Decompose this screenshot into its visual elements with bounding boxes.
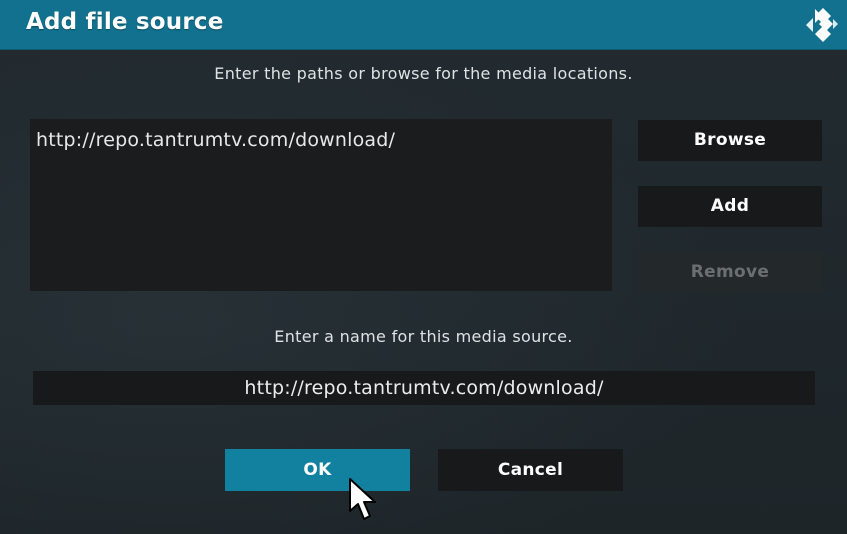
ok-button[interactable]: OK <box>225 449 410 491</box>
name-instruction: Enter a name for this media source. <box>274 327 573 346</box>
source-name-field[interactable]: http://repo.tantrumtv.com/download/ <box>33 371 815 405</box>
paths-instruction: Enter the paths or browse for the media … <box>214 64 633 83</box>
mouse-pointer-icon <box>349 478 376 520</box>
add-button[interactable]: Add <box>638 186 822 227</box>
paths-list[interactable]: http://repo.tantrumtv.com/download/ <box>30 119 612 291</box>
kodi-logo-icon <box>806 8 838 42</box>
title-bar: Add file source <box>0 0 847 50</box>
add-file-source-dialog: Add file source Enter the paths or brows… <box>0 0 847 534</box>
cancel-button[interactable]: Cancel <box>438 449 623 491</box>
remove-button[interactable]: Remove <box>638 252 822 293</box>
path-item[interactable]: http://repo.tantrumtv.com/download/ <box>36 129 395 151</box>
browse-button[interactable]: Browse <box>638 120 822 161</box>
dialog-title: Add file source <box>26 9 224 35</box>
